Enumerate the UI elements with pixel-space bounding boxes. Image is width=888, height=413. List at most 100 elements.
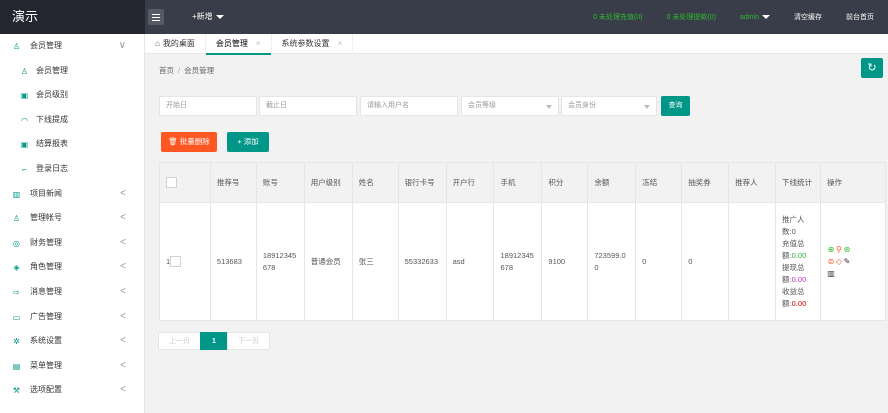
chevron-left-icon: < xyxy=(120,212,126,224)
sidebar-item-login-log[interactable]: ⌐ 登录日志 xyxy=(0,157,144,182)
chevron-down-icon xyxy=(546,105,552,109)
search-button[interactable]: 查询 xyxy=(661,96,690,116)
front-home-link[interactable]: 前台首页 xyxy=(846,12,874,22)
cell-level: 普通会员 xyxy=(303,202,353,321)
add-new-menu[interactable]: +新增 xyxy=(192,0,224,34)
sidebar-item-label: 角色管理 xyxy=(30,262,62,272)
sidebar-item-label: 下线提成 xyxy=(36,114,68,124)
menu-toggle-button[interactable] xyxy=(148,9,164,25)
settings-icon[interactable]: ⊛ xyxy=(843,244,851,256)
close-icon[interactable]: × xyxy=(338,39,343,48)
next-page-button[interactable]: 下一页 xyxy=(226,332,270,350)
money-icon[interactable]: ⊜ xyxy=(827,256,835,268)
sidebar-item-options[interactable]: ⚒ 选项配置 < xyxy=(0,378,144,403)
sidebar-item-label: 会员管理 xyxy=(36,65,68,75)
end-date-placeholder: 截止日 xyxy=(266,102,287,109)
chevron-left-icon: < xyxy=(120,384,126,396)
table-header: 积分 xyxy=(541,162,589,203)
admin-name: admin xyxy=(739,13,759,21)
table-header: 开户行 xyxy=(445,162,495,203)
page-1-button[interactable]: 1 xyxy=(200,332,228,350)
sidebar-item-finance[interactable]: ◎ 财务管理 < xyxy=(0,231,144,256)
member-identity-value: 会员身份 xyxy=(568,102,596,109)
start-date-input[interactable]: 开始日 xyxy=(159,96,257,116)
view-icon[interactable]: ⚲ xyxy=(835,244,843,256)
sidebar-item-commission[interactable]: ◠ 下线提成 xyxy=(0,108,144,133)
sidebar-item-label: 消息管理 xyxy=(30,286,62,296)
recharge-icon[interactable]: ⊕ xyxy=(827,244,835,256)
sidebar-item-settlement[interactable]: ▣ 结算报表 xyxy=(0,132,144,157)
edit-icon[interactable]: ✎ xyxy=(843,256,851,268)
start-date-placeholder: 开始日 xyxy=(166,102,187,109)
edit-icon: ▣ xyxy=(20,91,29,101)
member-level-value: 会员等级 xyxy=(468,102,496,109)
table-header: 余额 xyxy=(587,162,637,203)
table-header: 银行卡号 xyxy=(397,162,447,203)
cell-account: 18912345678 xyxy=(255,202,305,321)
tab-desktop[interactable]: ⌂ 我的桌面 xyxy=(145,34,206,54)
news-icon: ▥ xyxy=(12,189,21,199)
cell-referral-no: 513683 xyxy=(209,202,257,321)
table-header: 用户级别 xyxy=(303,162,353,203)
batch-delete-label: 批量删除 xyxy=(179,137,210,146)
chevron-down-icon xyxy=(215,14,224,19)
close-icon[interactable]: × xyxy=(256,39,261,48)
prev-page-button[interactable]: 上一页 xyxy=(158,332,201,350)
breadcrumb-home[interactable]: 首页 xyxy=(159,66,174,75)
sidebar-item-admin-accounts[interactable]: ♙ 管理帐号 < xyxy=(0,206,144,231)
clear-cache-link[interactable]: 清空缓存 xyxy=(794,12,822,22)
top-header: 演示 +新增 0 未处理充值(0) 0 未处理提款(0) admin 清空缓存 … xyxy=(0,0,888,34)
sidebar-item-member-list[interactable]: ♙ 会员管理 xyxy=(0,59,144,84)
home-icon: ⌂ xyxy=(155,39,160,48)
stat-withdraw: 0.00 xyxy=(791,274,807,284)
sidebar-item-label: 财务管理 xyxy=(30,237,62,247)
row-checkbox[interactable] xyxy=(170,256,182,268)
breadcrumb-current: 会员管理 xyxy=(184,66,215,75)
cell-bank: asd xyxy=(445,202,495,321)
sidebar-item-label: 会员级别 xyxy=(36,90,68,100)
shield-icon: ◈ xyxy=(13,263,20,273)
end-date-input[interactable]: 截止日 xyxy=(259,96,357,116)
sidebar-item-menus[interactable]: ▤ 菜单管理 < xyxy=(0,354,144,379)
user-icon: ♙ xyxy=(12,214,21,224)
trash-icon[interactable]: ▥ xyxy=(827,268,835,280)
sidebar: ♙ 会员管理 ∨ ♙ 会员管理 ▣ 会员级别 ◠ 下线提成 ▣ 结算报表 ⌐ 登录日志 ▥ 项目… xyxy=(0,34,145,413)
select-all-checkbox[interactable] xyxy=(166,177,177,189)
sidebar-item-member-level[interactable]: ▣ 会员级别 xyxy=(0,83,144,108)
username-placeholder: 请输入用户名 xyxy=(367,102,409,109)
sidebar-item-roles[interactable]: ◈ 角色管理 < xyxy=(0,255,144,280)
sidebar-item-member-mgmt[interactable]: ♙ 会员管理 ∨ xyxy=(0,34,144,59)
table-header: 操作 xyxy=(819,162,887,203)
trash-icon: 🗑 xyxy=(168,137,178,146)
log-icon: ⌐ xyxy=(22,164,27,174)
add-button[interactable]: + 添加 xyxy=(227,132,269,152)
chevron-left-icon: < xyxy=(120,310,126,322)
table-header: 冻结 xyxy=(635,162,683,203)
sidebar-item-ads[interactable]: ▭ 广告管理 < xyxy=(0,305,144,330)
cell-points: 9100 xyxy=(541,202,589,321)
refresh-button[interactable]: ↻ xyxy=(861,58,883,78)
batch-delete-button[interactable]: 🗑 批量删除 xyxy=(161,132,217,152)
tag-icon[interactable]: ◇ xyxy=(835,256,843,268)
member-identity-select[interactable]: 会员身份 xyxy=(561,96,657,116)
pending-withdraw-link[interactable]: 0 未处理提款(0) xyxy=(667,12,716,22)
sidebar-item-system-settings[interactable]: ✲ 系统设置 < xyxy=(0,329,144,354)
sidebar-item-label: 项目新闻 xyxy=(30,188,62,198)
sidebar-item-messages[interactable]: ⇨ 消息管理 < xyxy=(0,280,144,305)
sidebar-item-news[interactable]: ▥ 项目新闻 < xyxy=(0,182,144,207)
row-checkbox-cell: 1 xyxy=(159,202,211,321)
tab-member-mgmt[interactable]: 会员管理 × xyxy=(205,34,272,55)
sidebar-item-label: 选项配置 xyxy=(30,385,62,395)
member-level-select[interactable]: 会员等级 xyxy=(461,96,559,116)
table-header: 账号 xyxy=(255,162,305,203)
sidebar-item-label: 菜单管理 xyxy=(30,360,62,370)
tab-system-params[interactable]: 系统参数设置 × xyxy=(272,34,354,54)
admin-menu[interactable]: admin xyxy=(740,14,770,21)
username-input[interactable]: 请输入用户名 xyxy=(360,96,458,116)
pending-recharge-link[interactable]: 0 未处理充值(0) xyxy=(593,12,642,22)
table-header: 推荐号 xyxy=(209,162,257,203)
cell-bank-card: 55332633 xyxy=(397,202,447,321)
table-row: 1 513683 18912345678 普通会员 张三 55332633 as… xyxy=(159,202,887,321)
chevron-left-icon: < xyxy=(120,285,126,297)
table-header-row: 推荐号 账号 用户级别 姓名 银行卡号 开户行 手机 积分 余额 冻结 抽奖券 … xyxy=(159,162,887,203)
